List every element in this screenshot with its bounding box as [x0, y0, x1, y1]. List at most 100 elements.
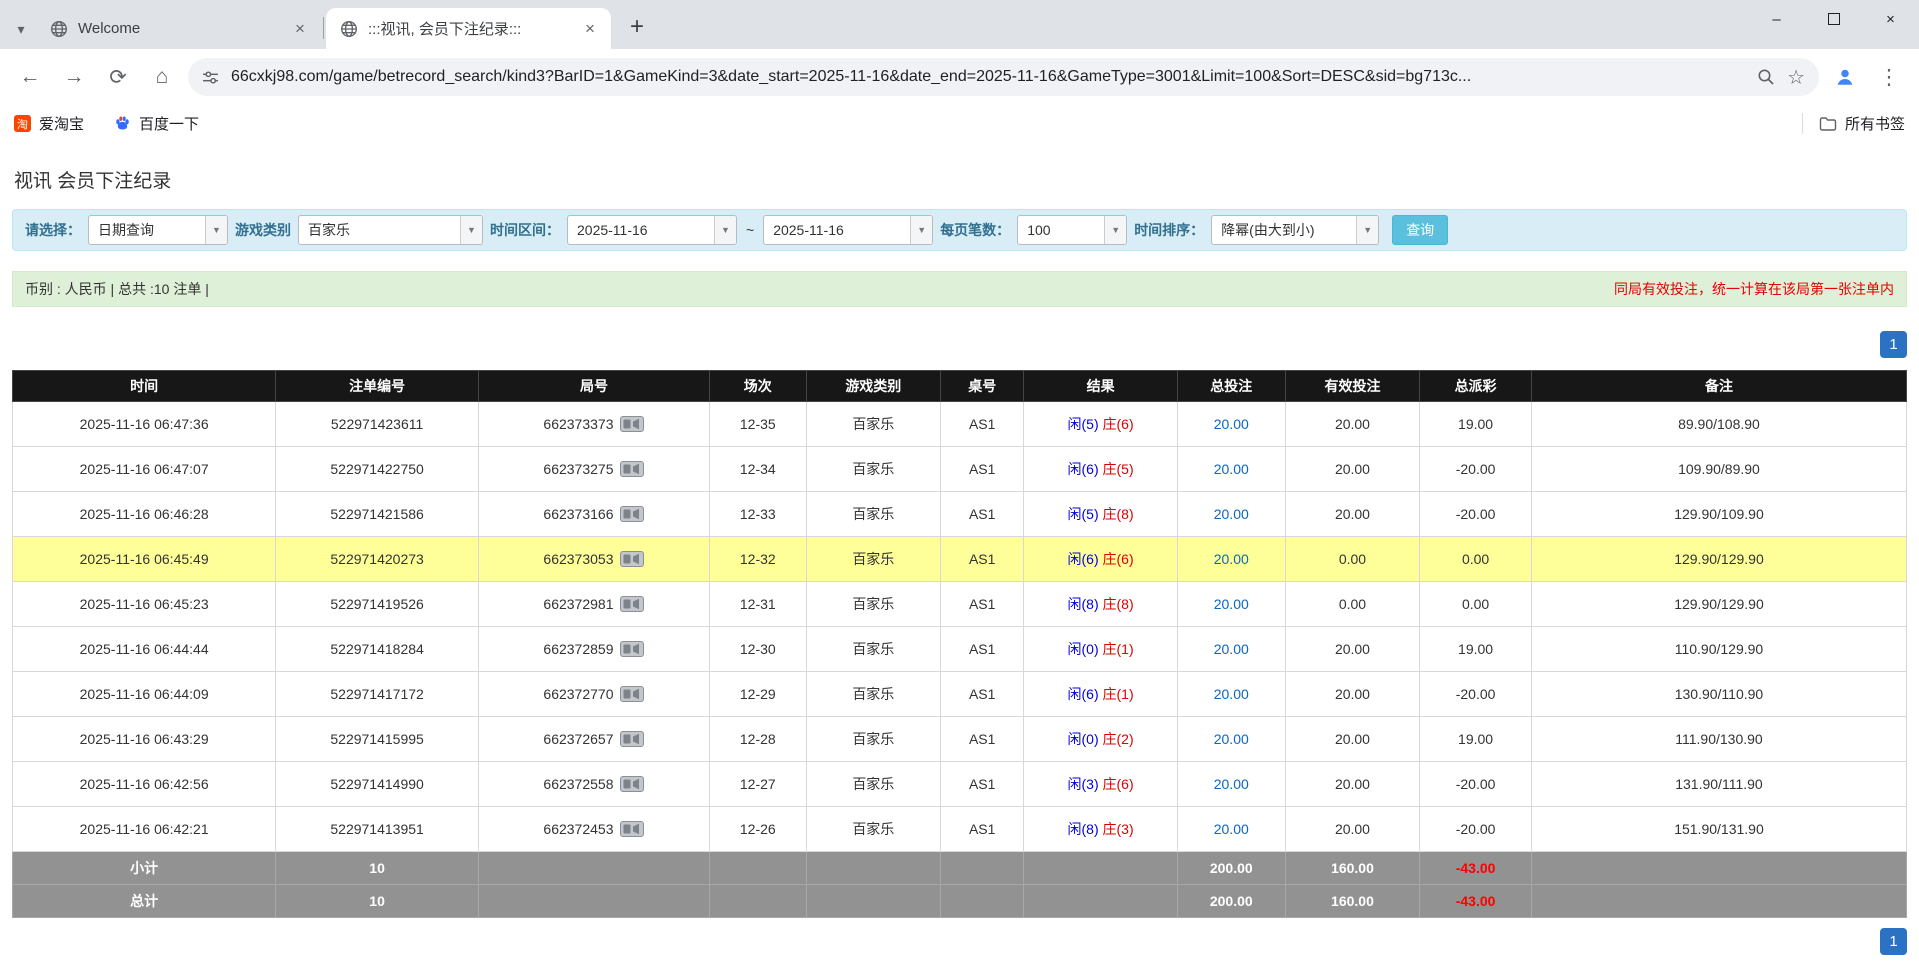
cell-payout: 19.00	[1420, 717, 1532, 762]
chevron-down-icon[interactable]: ▼	[714, 216, 736, 244]
bookmark-aitaobao[interactable]: 淘 爱淘宝	[14, 113, 84, 134]
cell-table-no: AS1	[941, 537, 1024, 582]
summary-info-bar: 币别 : 人民币 | 总共 :10 注单 | 同局有效投注，统一计算在该局第一张…	[12, 271, 1907, 307]
home-icon[interactable]: ⌂	[144, 59, 180, 95]
result-banker: 庄(6)	[1103, 416, 1134, 432]
maximize-button[interactable]	[1805, 0, 1862, 38]
site-info-icon[interactable]	[202, 69, 219, 86]
total-bet-link[interactable]: 20.00	[1214, 776, 1249, 792]
replay-icon[interactable]	[620, 776, 644, 792]
result-player: 闲(5)	[1068, 506, 1099, 522]
replay-icon[interactable]	[620, 686, 644, 702]
date-start-select[interactable]: 2025-11-16 ▼	[567, 215, 737, 245]
close-button[interactable]: ×	[1862, 0, 1919, 38]
total-bet-link[interactable]: 20.00	[1214, 506, 1249, 522]
minimize-button[interactable]: –	[1748, 0, 1805, 38]
pagination-page-1[interactable]: 1	[1880, 928, 1907, 955]
per-page-select[interactable]: 100 ▼	[1017, 215, 1127, 245]
bet-table-header-row: 时间注单编号局号场次游戏类别桌号结果总投注有效投注总派彩备注	[13, 371, 1907, 402]
forward-icon[interactable]: →	[56, 59, 92, 95]
chevron-down-icon[interactable]: ▼	[910, 216, 932, 244]
total-bet-link[interactable]: 20.00	[1214, 416, 1249, 432]
tab-bet-records[interactable]: :::视讯, 会员下注纪录::: ×	[326, 8, 611, 49]
result-player: 闲(6)	[1068, 551, 1099, 567]
tab-close-icon[interactable]: ×	[579, 18, 601, 40]
zoom-icon[interactable]	[1757, 68, 1775, 86]
pagination-page-1[interactable]: 1	[1880, 331, 1907, 358]
tab-welcome[interactable]: Welcome ×	[36, 8, 321, 49]
menu-icon[interactable]: ⋮	[1871, 59, 1907, 95]
tab-title: :::视讯, 会员下注纪录:::	[368, 18, 569, 39]
date-end-select[interactable]: 2025-11-16 ▼	[763, 215, 933, 245]
result-player: 闲(0)	[1068, 731, 1099, 747]
replay-icon[interactable]	[620, 821, 644, 837]
bookmarks-bar: 淘 爱淘宝 百度一下 所有书签	[0, 105, 1919, 142]
query-type-select[interactable]: 日期查询 ▼	[88, 215, 228, 245]
cell-time: 2025-11-16 06:44:09	[13, 672, 276, 717]
footer-empty-cell	[478, 852, 709, 885]
cell-session: 12-31	[709, 582, 806, 627]
new-tab-button[interactable]: +	[619, 9, 655, 45]
tab-close-icon[interactable]: ×	[289, 18, 311, 40]
replay-icon[interactable]	[620, 596, 644, 612]
chevron-down-icon[interactable]: ▼	[205, 216, 227, 244]
column-header: 备注	[1531, 371, 1906, 402]
chevron-down-icon[interactable]: ▼	[460, 216, 482, 244]
all-bookmarks[interactable]: 所有书签	[1802, 113, 1905, 134]
result-player: 闲(3)	[1068, 776, 1099, 792]
filter-bar: 请选择： 日期查询 ▼ 游戏类别 百家乐 ▼ 时间区间： 2025-11-16 …	[12, 209, 1907, 251]
round-wrap: 662373275	[479, 461, 709, 477]
chevron-down-icon[interactable]: ▼	[1356, 216, 1378, 244]
cell-time: 2025-11-16 06:46:28	[13, 492, 276, 537]
result-player: 闲(5)	[1068, 416, 1099, 432]
round-wrap: 662372981	[479, 596, 709, 612]
total-bet-link[interactable]: 20.00	[1214, 821, 1249, 837]
column-header: 时间	[13, 371, 276, 402]
replay-icon[interactable]	[620, 641, 644, 657]
table-row: 2025-11-16 06:47:07522971422750662373275…	[13, 447, 1907, 492]
replay-icon[interactable]	[620, 551, 644, 567]
replay-icon[interactable]	[620, 416, 644, 432]
column-header: 总投注	[1177, 371, 1285, 402]
cell-bet-id: 522971423611	[276, 402, 479, 447]
footer-label: 总计	[13, 885, 276, 918]
column-header: 场次	[709, 371, 806, 402]
tab-list-chevron-icon[interactable]: ▾	[6, 9, 36, 49]
footer-empty-cell	[709, 852, 806, 885]
sort-value: 降幂(由大到小)	[1212, 216, 1356, 244]
total-bet-link[interactable]: 20.00	[1214, 641, 1249, 657]
cell-round: 662373373	[478, 402, 709, 447]
bookmark-star-icon[interactable]: ☆	[1787, 65, 1805, 90]
cell-table-no: AS1	[941, 672, 1024, 717]
total-bet-link[interactable]: 20.00	[1214, 551, 1249, 567]
refresh-icon[interactable]: ⟳	[100, 59, 136, 95]
game-type-select[interactable]: 百家乐 ▼	[298, 215, 483, 245]
result-player: 闲(6)	[1068, 461, 1099, 477]
replay-icon[interactable]	[620, 506, 644, 522]
footer-empty-cell	[1024, 885, 1177, 918]
bookmark-baidu[interactable]: 百度一下	[114, 113, 199, 134]
total-bet-link[interactable]: 20.00	[1214, 686, 1249, 702]
chevron-down-icon[interactable]: ▼	[1104, 216, 1126, 244]
cell-result: 闲(3) 庄(6)	[1024, 762, 1177, 807]
total-bet-link[interactable]: 20.00	[1214, 461, 1249, 477]
total-bet-link[interactable]: 20.00	[1214, 731, 1249, 747]
url-bar[interactable]: 66cxkj98.com/game/betrecord_search/kind3…	[188, 58, 1819, 96]
cell-session: 12-33	[709, 492, 806, 537]
back-icon[interactable]: ←	[12, 59, 48, 95]
cell-valid-bet: 20.00	[1285, 807, 1419, 852]
profile-icon[interactable]	[1827, 59, 1863, 95]
cell-result: 闲(0) 庄(1)	[1024, 627, 1177, 672]
total-bet-link[interactable]: 20.00	[1214, 596, 1249, 612]
sort-select[interactable]: 降幂(由大到小) ▼	[1211, 215, 1379, 245]
bet-records-table: 时间注单编号局号场次游戏类别桌号结果总投注有效投注总派彩备注 2025-11-1…	[12, 370, 1907, 918]
query-button[interactable]: 查询	[1392, 215, 1448, 245]
cell-result: 闲(8) 庄(3)	[1024, 807, 1177, 852]
per-page-value: 100	[1018, 216, 1104, 244]
cell-session: 12-34	[709, 447, 806, 492]
page-title: 视讯 会员下注纪录	[12, 142, 1907, 209]
round-number: 662372657	[543, 731, 613, 747]
replay-icon[interactable]	[620, 461, 644, 477]
replay-icon[interactable]	[620, 731, 644, 747]
round-number: 662373373	[543, 416, 613, 432]
